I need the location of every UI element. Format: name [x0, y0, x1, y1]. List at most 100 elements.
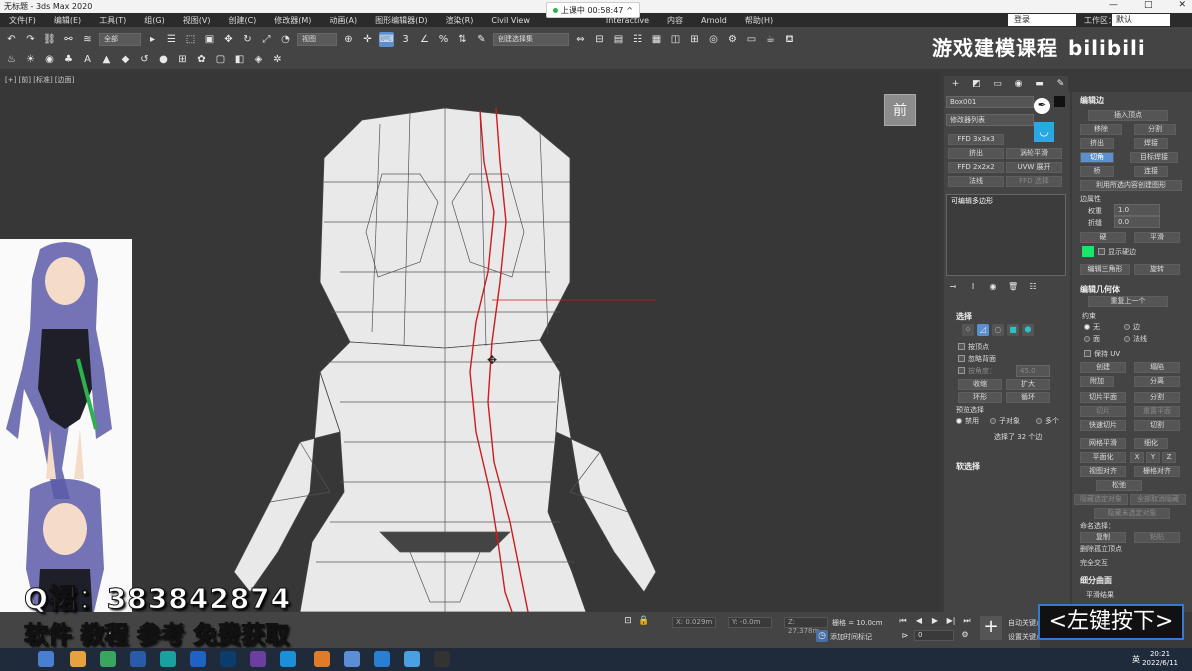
taskbar-app-9-icon[interactable]	[280, 651, 296, 667]
hard-button[interactable]: 硬	[1080, 232, 1126, 243]
render-iterative-icon[interactable]: ⛾	[782, 32, 797, 47]
split-geom-button[interactable]: 分割	[1134, 392, 1180, 403]
cone-icon[interactable]: ▲	[99, 52, 114, 67]
text-icon[interactable]: A	[80, 52, 95, 67]
unlink-icon[interactable]: ⚯	[61, 32, 76, 47]
tree-icon[interactable]: ♣	[61, 52, 76, 67]
select-by-name-icon[interactable]: ☰	[164, 32, 179, 47]
angle-value-field[interactable]: 45.0	[1016, 365, 1050, 377]
full-interactivity-label[interactable]: 完全交互	[1080, 558, 1108, 568]
attach-button[interactable]: 附加	[1080, 376, 1114, 387]
soft-selection-rollout-header[interactable]: 软选择	[956, 461, 980, 472]
remove-modifier-icon[interactable]: 🗑	[1008, 282, 1018, 292]
taskbar-app-8-icon[interactable]	[250, 651, 266, 667]
keyboard-shortcut-icon[interactable]: ⌨	[379, 31, 394, 47]
spinner-snap-icon[interactable]: ⇅	[455, 32, 470, 47]
rotate-icon[interactable]: ↻	[240, 32, 255, 47]
shrink-button[interactable]: 收缩	[958, 379, 1002, 390]
place-icon[interactable]: ◔	[278, 32, 293, 47]
maximize-button[interactable]: □	[1144, 0, 1153, 10]
object-name-field[interactable]: Box001	[946, 96, 1034, 108]
bind-spacewarp-icon[interactable]: ≋	[80, 32, 95, 47]
menu-rendering[interactable]: 渲染(R)	[437, 15, 483, 26]
grid-align-button[interactable]: 栅格对齐	[1134, 466, 1180, 477]
workspace-select[interactable]: 默认	[1112, 14, 1170, 26]
make-planar-button[interactable]: 平面化	[1080, 452, 1126, 463]
play-icon[interactable]: ▶	[930, 616, 940, 626]
undo-icon[interactable]: ↶	[4, 32, 19, 47]
mirror-icon[interactable]: ⇔	[573, 32, 588, 47]
render-frame-icon[interactable]: ▭	[744, 32, 759, 47]
padlock-icon[interactable]: 🔒	[638, 615, 650, 627]
loop-button[interactable]: 循环	[1006, 392, 1050, 403]
by-angle-checkbox[interactable]	[958, 367, 965, 374]
menu-help[interactable]: 帮助(H)	[736, 15, 782, 26]
repeat-last-button[interactable]: 重复上一个	[1088, 296, 1168, 307]
delete-isolated-label[interactable]: 删除孤立顶点	[1080, 544, 1122, 554]
taskbar-clock[interactable]: 20:21 2022/6/11	[1142, 650, 1178, 668]
menu-graph-editors[interactable]: 图形编辑器(D)	[366, 15, 436, 26]
angle-snap-icon[interactable]: ∠	[417, 32, 432, 47]
material-editor-icon[interactable]: ◎	[706, 32, 721, 47]
next-frame-icon[interactable]: ▶|	[946, 616, 956, 626]
scale-icon[interactable]: ⤢	[259, 32, 274, 47]
curve-editor-icon[interactable]: ◫	[668, 32, 683, 47]
grow-button[interactable]: 扩大	[1006, 379, 1050, 390]
percent-snap-icon[interactable]: %	[436, 32, 451, 47]
sun-icon[interactable]: ☀	[23, 52, 38, 67]
collapse-button[interactable]: 塌陷	[1134, 362, 1180, 373]
taskbar-chrome-icon[interactable]	[100, 651, 116, 667]
sphere-icon[interactable]: ●	[156, 52, 171, 67]
modifier-stack[interactable]: 可编辑多边形	[946, 194, 1066, 276]
paint-icon[interactable]: ✿	[194, 52, 209, 67]
edge-mode-icon[interactable]: ◿	[977, 324, 989, 336]
vertex-mode-icon[interactable]: ⁘	[962, 324, 974, 336]
constraint-face-radio[interactable]	[1084, 336, 1090, 342]
menu-civil-view[interactable]: Civil View	[482, 16, 539, 25]
x-coord-field[interactable]: X: 0.029m	[672, 617, 716, 628]
edit-named-sel-icon[interactable]: ✎	[474, 32, 489, 47]
show-end-result-icon[interactable]: Ι	[968, 282, 978, 292]
create-tab-icon[interactable]: +	[948, 77, 963, 92]
utilities-tab-icon[interactable]: ✎	[1053, 77, 1068, 92]
render-setup-icon[interactable]: ⚙	[725, 32, 740, 47]
subdivision-surface-header[interactable]: 细分曲面	[1080, 575, 1112, 586]
menu-tools[interactable]: 工具(T)	[90, 15, 135, 26]
front-viewport[interactable]: [+] [前] [标准] [边面] ✥ 前	[0, 72, 940, 612]
rect-select-icon[interactable]: ⬚	[183, 32, 198, 47]
material-icon[interactable]: ◈	[251, 52, 266, 67]
modifier-ffd222-button[interactable]: FFD 2x2x2	[948, 162, 1004, 173]
smooth-result-label[interactable]: 平滑结果	[1086, 590, 1114, 600]
render-icon[interactable]: ☕	[763, 32, 778, 47]
overlay-app-icon[interactable]: ◡	[1034, 122, 1054, 142]
create-shape-button[interactable]: 利用所选内容创建图形	[1080, 180, 1182, 191]
grid-icon[interactable]: ⊞	[175, 52, 190, 67]
display-tab-icon[interactable]: ▬	[1032, 77, 1047, 92]
named-selection-set-select[interactable]: 创建选择集	[493, 32, 569, 46]
modify-tab-icon[interactable]: ◩	[969, 77, 984, 92]
add-key-button[interactable]: +	[980, 616, 1002, 640]
ribbon-icon[interactable]: ▦	[649, 32, 664, 47]
menu-file[interactable]: 文件(F)	[0, 15, 45, 26]
weld-button[interactable]: 焊接	[1134, 138, 1168, 149]
weight-field[interactable]: 1.0	[1114, 204, 1160, 216]
motion-tab-icon[interactable]: ◉	[1011, 77, 1026, 92]
box-icon[interactable]: ▢	[213, 52, 228, 67]
taskbar-maps-icon[interactable]	[434, 651, 450, 667]
camera-icon[interactable]: ◉	[42, 52, 57, 67]
menu-group[interactable]: 组(G)	[135, 15, 173, 26]
by-vertex-checkbox[interactable]	[958, 343, 965, 350]
taskbar-app-1-icon[interactable]	[38, 651, 54, 667]
taskbar-blender-icon[interactable]	[314, 651, 330, 667]
polygon-mode-icon[interactable]: ■	[1007, 324, 1019, 336]
detach-button[interactable]: 分离	[1134, 376, 1180, 387]
close-button[interactable]: ✕	[1178, 0, 1186, 10]
shapes-icon[interactable]: ◆	[118, 52, 133, 67]
layer-explorer-icon[interactable]: ☷	[630, 32, 645, 47]
pivot-icon[interactable]: ⊕	[341, 32, 356, 47]
scene-explorer-icon[interactable]: ▤	[611, 32, 626, 47]
snap-icon[interactable]: 3	[398, 32, 413, 47]
planar-z-button[interactable]: Z	[1162, 452, 1176, 463]
planar-x-button[interactable]: X	[1130, 452, 1144, 463]
border-mode-icon[interactable]: ◌	[992, 324, 1004, 336]
